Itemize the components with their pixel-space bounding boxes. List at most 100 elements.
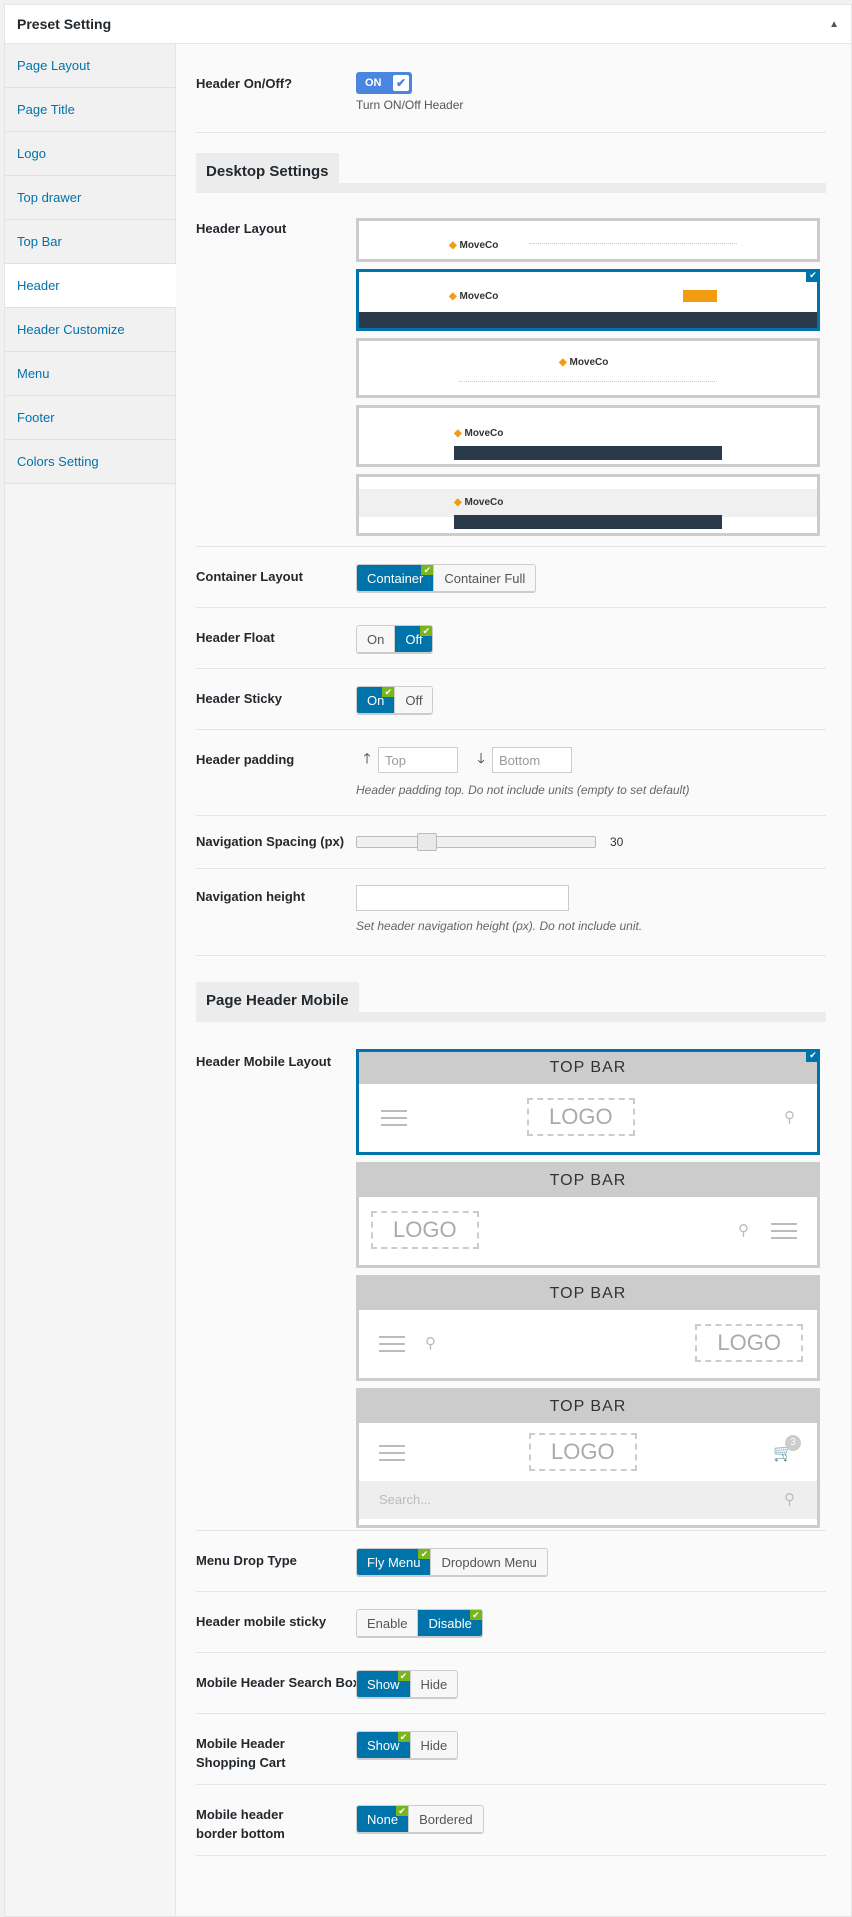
enable-button[interactable]: Enable <box>357 1610 418 1636</box>
mobile-layout-option-3[interactable]: TOP BAR ⚲ LOGO <box>356 1275 820 1381</box>
field-label: Mobile Header Shopping Cart <box>196 1736 286 1770</box>
header-layout-option-3[interactable]: ◆ MoveCo <box>356 338 820 398</box>
row-mobile-search: Mobile Header Search Box Show ✔ Hide <box>196 1652 826 1714</box>
fly-menu-button[interactable]: Fly Menu ✔ <box>357 1549 431 1575</box>
nav-spacing-slider[interactable] <box>356 833 596 851</box>
header-onoff-toggle[interactable]: ON ✔ <box>356 72 412 94</box>
slider-handle[interactable] <box>417 833 437 851</box>
container-layout-buttonset: Container ✔ Container Full <box>356 564 537 592</box>
collapse-arrow-icon[interactable]: ▲ <box>829 19 839 30</box>
logo-placeholder: LOGO <box>371 1211 479 1249</box>
sidebar-item-page-layout[interactable]: Page Layout <box>5 44 175 88</box>
header-layout-option-4[interactable]: ◆ MoveCo <box>356 405 820 467</box>
panel-title: Preset Setting <box>17 16 112 32</box>
row-container-layout: Container Layout Container ✔ Container Fu… <box>196 546 826 608</box>
mobile-search-buttonset: Show ✔ Hide <box>356 1670 459 1698</box>
mobile-search-bar: Search... ⚲ <box>359 1481 817 1519</box>
mobile-cart-buttonset: Show ✔ Hide <box>356 1731 459 1759</box>
header-sticky-buttonset: On ✔ Off <box>356 686 434 714</box>
field-label: Header On/Off? <box>196 76 293 91</box>
row-header-sticky: Header Sticky On ✔ Off <box>196 668 826 730</box>
sidebar-item-header-customize[interactable]: Header Customize <box>5 308 175 352</box>
field-label: Mobile header border bottom <box>196 1807 285 1841</box>
nav-height-input[interactable] <box>356 885 569 911</box>
row-mobile-border: Mobile header border bottom None ✔ Border… <box>196 1784 826 1856</box>
padding-bottom-input[interactable]: Bottom <box>492 747 572 773</box>
none-button[interactable]: None ✔ <box>357 1806 409 1832</box>
sidebar-item-footer[interactable]: Footer <box>5 396 175 440</box>
hide-button[interactable]: Hide <box>409 1671 458 1697</box>
sidebar-item-logo[interactable]: Logo <box>5 132 175 176</box>
sidebar-item-page-title[interactable]: Page Title <box>5 88 175 132</box>
arrow-down-icon: 🡓 <box>477 750 485 766</box>
logo-placeholder: LOGO <box>529 1433 637 1471</box>
row-header-onoff: Header On/Off? ON ✔ Turn ON/Off Header <box>196 44 826 133</box>
field-label: Navigation height <box>196 889 306 904</box>
sidebar-item-header[interactable]: Header <box>5 264 176 308</box>
menu-drop-buttonset: Fly Menu ✔ Dropdown Menu <box>356 1548 548 1576</box>
check-icon: ✔ <box>393 75 409 91</box>
header-layout-option-2[interactable]: ✔ ◆ MoveCo <box>356 269 820 331</box>
check-icon: ✔ <box>806 1049 820 1062</box>
topbar-preview: TOP BAR <box>359 1278 817 1310</box>
dropdown-menu-button[interactable]: Dropdown Menu <box>430 1549 547 1575</box>
sidebar: Page Layout Page Title Logo Top drawer T… <box>5 44 176 1916</box>
field-label: Header padding <box>196 752 295 767</box>
mobile-layout-option-1[interactable]: ✔ TOP BAR LOGO ⚲ <box>356 1049 820 1155</box>
sidebar-item-top-drawer[interactable]: Top drawer <box>5 176 175 220</box>
hide-button[interactable]: Hide <box>409 1732 458 1758</box>
mobile-layout-option-4[interactable]: TOP BAR LOGO 🛒 3 Search... ⚲ <box>356 1388 820 1528</box>
topbar-preview: TOP BAR <box>359 1165 817 1197</box>
hamburger-icon <box>379 1336 405 1352</box>
header-layout-option-1[interactable]: ◆ MoveCo <box>356 218 820 262</box>
sidebar-item-colors-setting[interactable]: Colors Setting <box>5 440 175 484</box>
field-label: Navigation Spacing (px) <box>196 834 345 849</box>
padding-top-input[interactable]: Top <box>378 747 458 773</box>
check-icon: ✔ <box>420 626 433 636</box>
row-header-layout: Header Layout ◆ MoveCo ✔ ◆ MoveCo ◆ Move… <box>196 209 826 547</box>
header-float-buttonset: On Off ✔ <box>356 625 434 653</box>
field-label: Header Layout <box>196 221 287 236</box>
padding-top-group: 🡑 Top <box>356 747 458 773</box>
thumb-brand: MoveCo <box>459 240 499 251</box>
logo-placeholder: LOGO <box>695 1324 803 1362</box>
container-button[interactable]: Container ✔ <box>357 565 434 591</box>
hamburger-icon <box>771 1223 797 1239</box>
container-full-button[interactable]: Container Full <box>433 565 536 591</box>
check-icon: ✔ <box>397 1671 410 1681</box>
sidebar-item-top-bar[interactable]: Top Bar <box>5 220 175 264</box>
search-icon: ⚲ <box>425 1335 436 1352</box>
hamburger-icon <box>381 1110 407 1126</box>
show-button[interactable]: Show ✔ <box>357 1732 410 1758</box>
thumb-brand: MoveCo <box>569 357 609 368</box>
field-label: Header Float <box>196 630 275 645</box>
check-icon: ✔ <box>397 1732 410 1742</box>
field-label: Container Layout <box>196 569 303 584</box>
on-button[interactable]: On <box>357 626 395 652</box>
search-icon: ⚲ <box>738 1222 749 1239</box>
disable-button[interactable]: Disable ✔ <box>417 1610 482 1636</box>
button-label: Show <box>367 1737 400 1753</box>
row-header-float: Header Float On Off ✔ <box>196 607 826 669</box>
topbar-preview: TOP BAR <box>359 1391 817 1423</box>
row-mobile-sticky: Header mobile sticky Enable Disable ✔ <box>196 1591 826 1653</box>
padding-bottom-group: 🡓 Bottom <box>470 747 572 773</box>
bordered-button[interactable]: Bordered <box>408 1806 483 1832</box>
show-button[interactable]: Show ✔ <box>357 1671 410 1697</box>
header-layout-option-5[interactable]: ◆ MoveCo <box>356 474 820 536</box>
off-button[interactable]: Off ✔ <box>394 626 433 652</box>
on-button[interactable]: On ✔ <box>357 687 395 713</box>
check-icon: ✔ <box>396 1806 409 1816</box>
row-menu-drop: Menu Drop Type Fly Menu ✔ Dropdown Menu <box>196 1530 826 1592</box>
check-icon: ✔ <box>806 269 820 282</box>
field-label: Header mobile sticky <box>196 1614 327 1629</box>
check-icon: ✔ <box>469 1610 482 1620</box>
slider-value: 30 <box>610 835 624 849</box>
panel-header[interactable]: Preset Setting ▲ <box>5 5 851 44</box>
field-label: Header Sticky <box>196 691 282 706</box>
sidebar-item-menu[interactable]: Menu <box>5 352 175 396</box>
field-desc: Header padding top. Do not include units… <box>356 783 690 797</box>
mobile-sticky-buttonset: Enable Disable ✔ <box>356 1609 483 1637</box>
mobile-layout-option-2[interactable]: TOP BAR LOGO ⚲ <box>356 1162 820 1268</box>
off-button[interactable]: Off <box>394 687 433 713</box>
